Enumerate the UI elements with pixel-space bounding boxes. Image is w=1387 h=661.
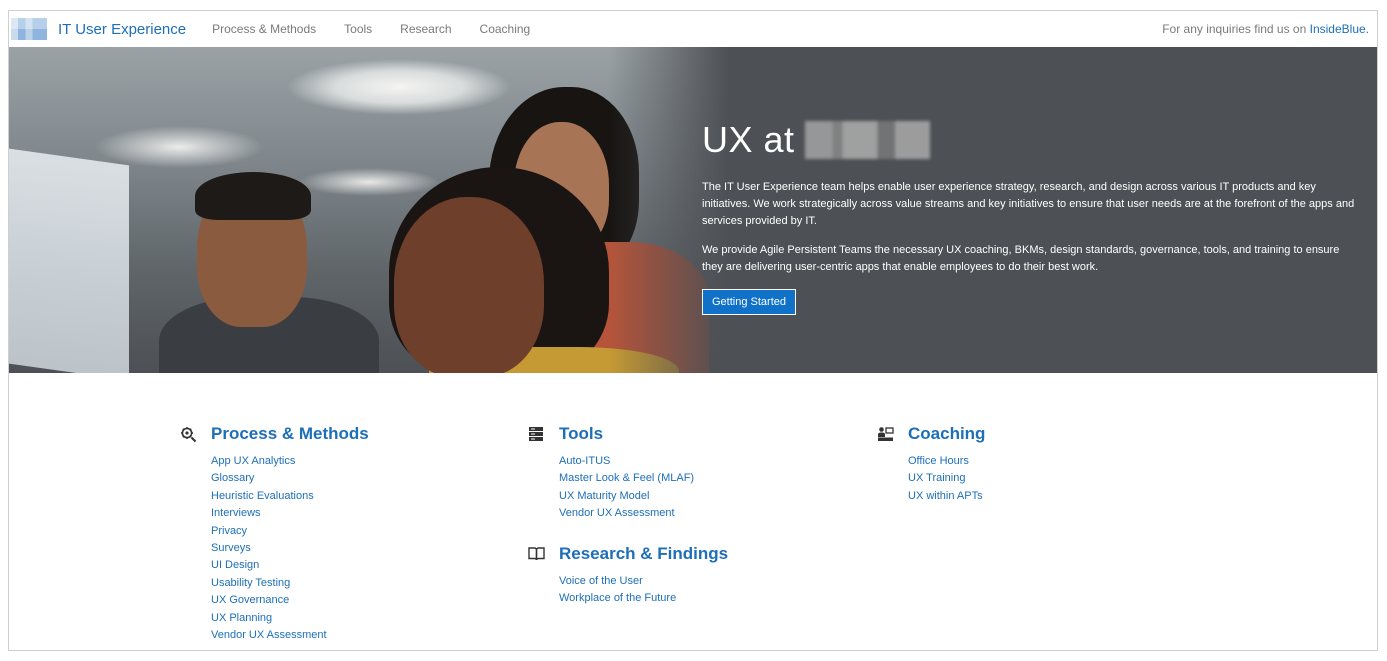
section-tools: Tools Auto-ITUS Master Look & Feel (MLAF… — [527, 421, 728, 523]
coaching-links: Office Hours UX Training UX within APTs — [908, 453, 985, 505]
page-frame: IT User Experience Process & Methods Too… — [8, 10, 1378, 651]
column-process: Process & Methods App UX Analytics Gloss… — [179, 421, 369, 650]
section-title-process[interactable]: Process & Methods — [211, 424, 369, 444]
link-glossary[interactable]: Glossary — [211, 470, 369, 487]
column-coaching: Coaching Office Hours UX Training UX wit… — [876, 421, 985, 523]
person-3-head — [394, 197, 544, 373]
section-title-coaching[interactable]: Coaching — [908, 424, 985, 444]
getting-started-button[interactable]: Getting Started — [702, 289, 796, 315]
book-icon — [527, 545, 545, 563]
link-surveys[interactable]: Surveys — [211, 540, 369, 557]
section-coaching: Coaching Office Hours UX Training UX wit… — [876, 421, 985, 505]
link-privacy[interactable]: Privacy — [211, 523, 369, 540]
link-ui-design[interactable]: UI Design — [211, 557, 369, 574]
coaching-icon — [876, 425, 894, 443]
link-usability-testing[interactable]: Usability Testing — [211, 575, 369, 592]
section-header: Tools — [527, 421, 728, 447]
link-vendor-ux-assessment-tools[interactable]: Vendor UX Assessment — [559, 505, 728, 522]
nav-research[interactable]: Research — [400, 22, 451, 36]
link-office-hours[interactable]: Office Hours — [908, 453, 985, 470]
hero-paragraph-2: We provide Agile Persistent Teams the ne… — [702, 244, 1340, 273]
process-links: App UX Analytics Glossary Heuristic Eval… — [211, 453, 369, 644]
logo[interactable] — [11, 18, 47, 40]
link-interviews[interactable]: Interviews — [211, 505, 369, 522]
link-app-ux-analytics[interactable]: App UX Analytics — [211, 453, 369, 470]
redacted-name — [804, 121, 930, 159]
link-ux-governance[interactable]: UX Governance — [211, 592, 369, 609]
nav-coaching[interactable]: Coaching — [480, 22, 531, 36]
inquiry-text: For any inquiries find us on InsideBlue. — [1162, 22, 1369, 36]
hero-title: UX at — [702, 117, 1362, 163]
process-icon — [179, 425, 197, 443]
section-title-tools[interactable]: Tools — [559, 424, 603, 444]
link-ux-maturity-model[interactable]: UX Maturity Model — [559, 488, 728, 505]
inquiry-prefix: For any inquiries find us on — [1162, 22, 1310, 36]
section-title-research[interactable]: Research & Findings — [559, 544, 728, 564]
research-links: Voice of the User Workplace of the Futur… — [559, 573, 728, 608]
section-research: Research & Findings Voice of the User Wo… — [527, 541, 728, 608]
link-voice-of-the-user[interactable]: Voice of the User — [559, 573, 728, 590]
tools-icon — [527, 425, 545, 443]
link-auto-itus[interactable]: Auto-ITUS — [559, 453, 728, 470]
link-workplace-of-the-future[interactable]: Workplace of the Future — [559, 590, 728, 607]
hero-banner: UX at The IT User Experience team helps … — [9, 47, 1377, 373]
hero-heading: UX at — [702, 119, 795, 160]
insideblue-link[interactable]: InsideBlue. — [1310, 22, 1369, 36]
link-mlaf[interactable]: Master Look & Feel (MLAF) — [559, 470, 728, 487]
nav-links: Process & Methods Tools Research Coachin… — [212, 22, 558, 36]
tools-links: Auto-ITUS Master Look & Feel (MLAF) UX M… — [559, 453, 728, 523]
link-heuristic-evaluations[interactable]: Heuristic Evaluations — [211, 488, 369, 505]
link-ux-planning[interactable]: UX Planning — [211, 610, 369, 627]
section-process-methods: Process & Methods App UX Analytics Gloss… — [179, 421, 369, 644]
link-vendor-ux-assessment[interactable]: Vendor UX Assessment — [211, 627, 369, 644]
nav-tools[interactable]: Tools — [344, 22, 372, 36]
column-tools-research: Tools Auto-ITUS Master Look & Feel (MLAF… — [527, 421, 728, 625]
section-header: Coaching — [876, 421, 985, 447]
section-header: Research & Findings — [527, 541, 728, 567]
link-ux-within-apts[interactable]: UX within APTs — [908, 488, 985, 505]
hero-photo — [9, 47, 729, 373]
top-nav: IT User Experience Process & Methods Too… — [9, 11, 1377, 47]
sections: Process & Methods App UX Analytics Gloss… — [9, 421, 1377, 650]
nav-process-methods[interactable]: Process & Methods — [212, 22, 316, 36]
hero-text: UX at The IT User Experience team helps … — [702, 117, 1362, 315]
section-header: Process & Methods — [179, 421, 369, 447]
brand-link[interactable]: IT User Experience — [58, 21, 186, 38]
link-ux-training[interactable]: UX Training — [908, 470, 985, 487]
hero-paragraph-1: The IT User Experience team helps enable… — [702, 181, 1355, 227]
whiteboard-shape — [9, 148, 129, 373]
person-1-hair — [195, 172, 311, 220]
